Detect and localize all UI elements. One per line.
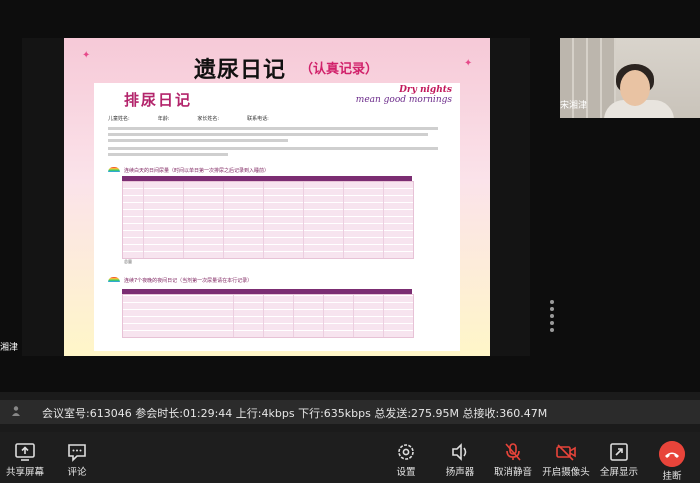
presenter-name: 湘津 [0,343,19,353]
speaker-icon [452,443,467,461]
bottom-toolbar: 共享屏幕 评论 设置 扬声器 取消静音 开启摄像头 全屏显示 挂断 [0,432,700,483]
comment-label: 评论 [67,467,87,478]
paragraph-line [108,153,228,156]
fullscreen-icon [610,443,628,461]
star-icon: ✦ [82,50,91,61]
start-video-label: 开启摄像头 [542,467,590,478]
camera-off-icon [556,444,576,461]
share-screen-icon [15,443,35,461]
field-parent-name: 家长姓名: [197,116,220,122]
rainbow-icon [108,277,120,282]
table1-footer: 总量 [124,259,132,264]
share-screen-label: 共享屏幕 [5,467,44,478]
field-child-name: 儿童姓名: [108,116,130,122]
logo-line1: Dry nights [399,85,452,95]
field-age: 年龄: [157,116,170,122]
night-diary-table [122,294,414,338]
day-diary-table [122,181,414,259]
diary-fields: 儿童姓名: 年龄: 家长姓名: 联系电话: [108,115,269,122]
participant-name: 宋湘津 [560,101,588,111]
hangup-icon [659,441,685,467]
shared-slide: ✦ ✦ ✦ 遗尿日记 （认真记录） 排尿日记 Dry nights mean g… [64,38,490,356]
field-phone: 联系电话: [247,116,269,122]
diary-sheet: 排尿日记 Dry nights mean good mornings 儿童姓名:… [94,83,460,351]
settings-label: 设置 [396,467,416,478]
section1-heading: 连续白天的日间尿量（时间以单日第一次排尿之后记录到入睡前） [124,168,270,174]
comment-button[interactable]: 评论 [49,432,105,483]
logo-line2: mean good mornings [355,95,452,105]
unmute-label: 取消静音 [493,467,532,478]
fullscreen-label: 全屏显示 [599,467,638,478]
slide-title: 遗尿日记 [194,58,287,83]
participant-face [620,70,650,106]
mic-muted-icon [505,443,521,461]
section2-heading: 连续7个夜晚的夜间日记（当剂第一次尿量请在本行记录） [124,278,253,284]
paragraph-line [108,139,288,142]
hangup-label: 挂断 [662,471,682,482]
slide-subtitle: （认真记录） [300,62,379,77]
fullscreen-button[interactable]: 全屏显示 [591,432,647,483]
speaker-button[interactable]: 扬声器 [432,432,488,483]
settings-button[interactable]: 设置 [378,432,434,483]
meeting-status-bar: 会议室号:613046 参会时长:01:29:44 上行:4kbps 下行:63… [0,400,700,424]
meeting-stats: 会议室号:613046 参会时长:01:29:44 上行:4kbps 下行:63… [42,407,548,420]
paragraph-line [108,127,438,130]
diary-title: 排尿日记 [124,91,193,109]
paragraph-line [108,133,428,136]
start-video-button[interactable]: 开启摄像头 [538,432,594,483]
rainbow-icon [108,167,120,172]
gear-icon [398,444,414,460]
star-icon: ✦ [464,58,473,69]
pager-dots[interactable] [548,300,556,335]
paragraph-line [108,147,438,150]
share-screen-button[interactable]: 共享屏幕 [0,432,53,483]
hangup-button[interactable]: 挂断 [644,432,700,483]
video-stage: ✦ ✦ ✦ 遗尿日记 （认真记录） 排尿日记 Dry nights mean g… [0,0,700,392]
unmute-button[interactable]: 取消静音 [485,432,541,483]
speaker-label: 扬声器 [445,467,475,478]
dry-nights-logo: Dry nights mean good mornings [356,85,452,105]
comment-icon [68,444,86,462]
person-icon [12,406,20,416]
